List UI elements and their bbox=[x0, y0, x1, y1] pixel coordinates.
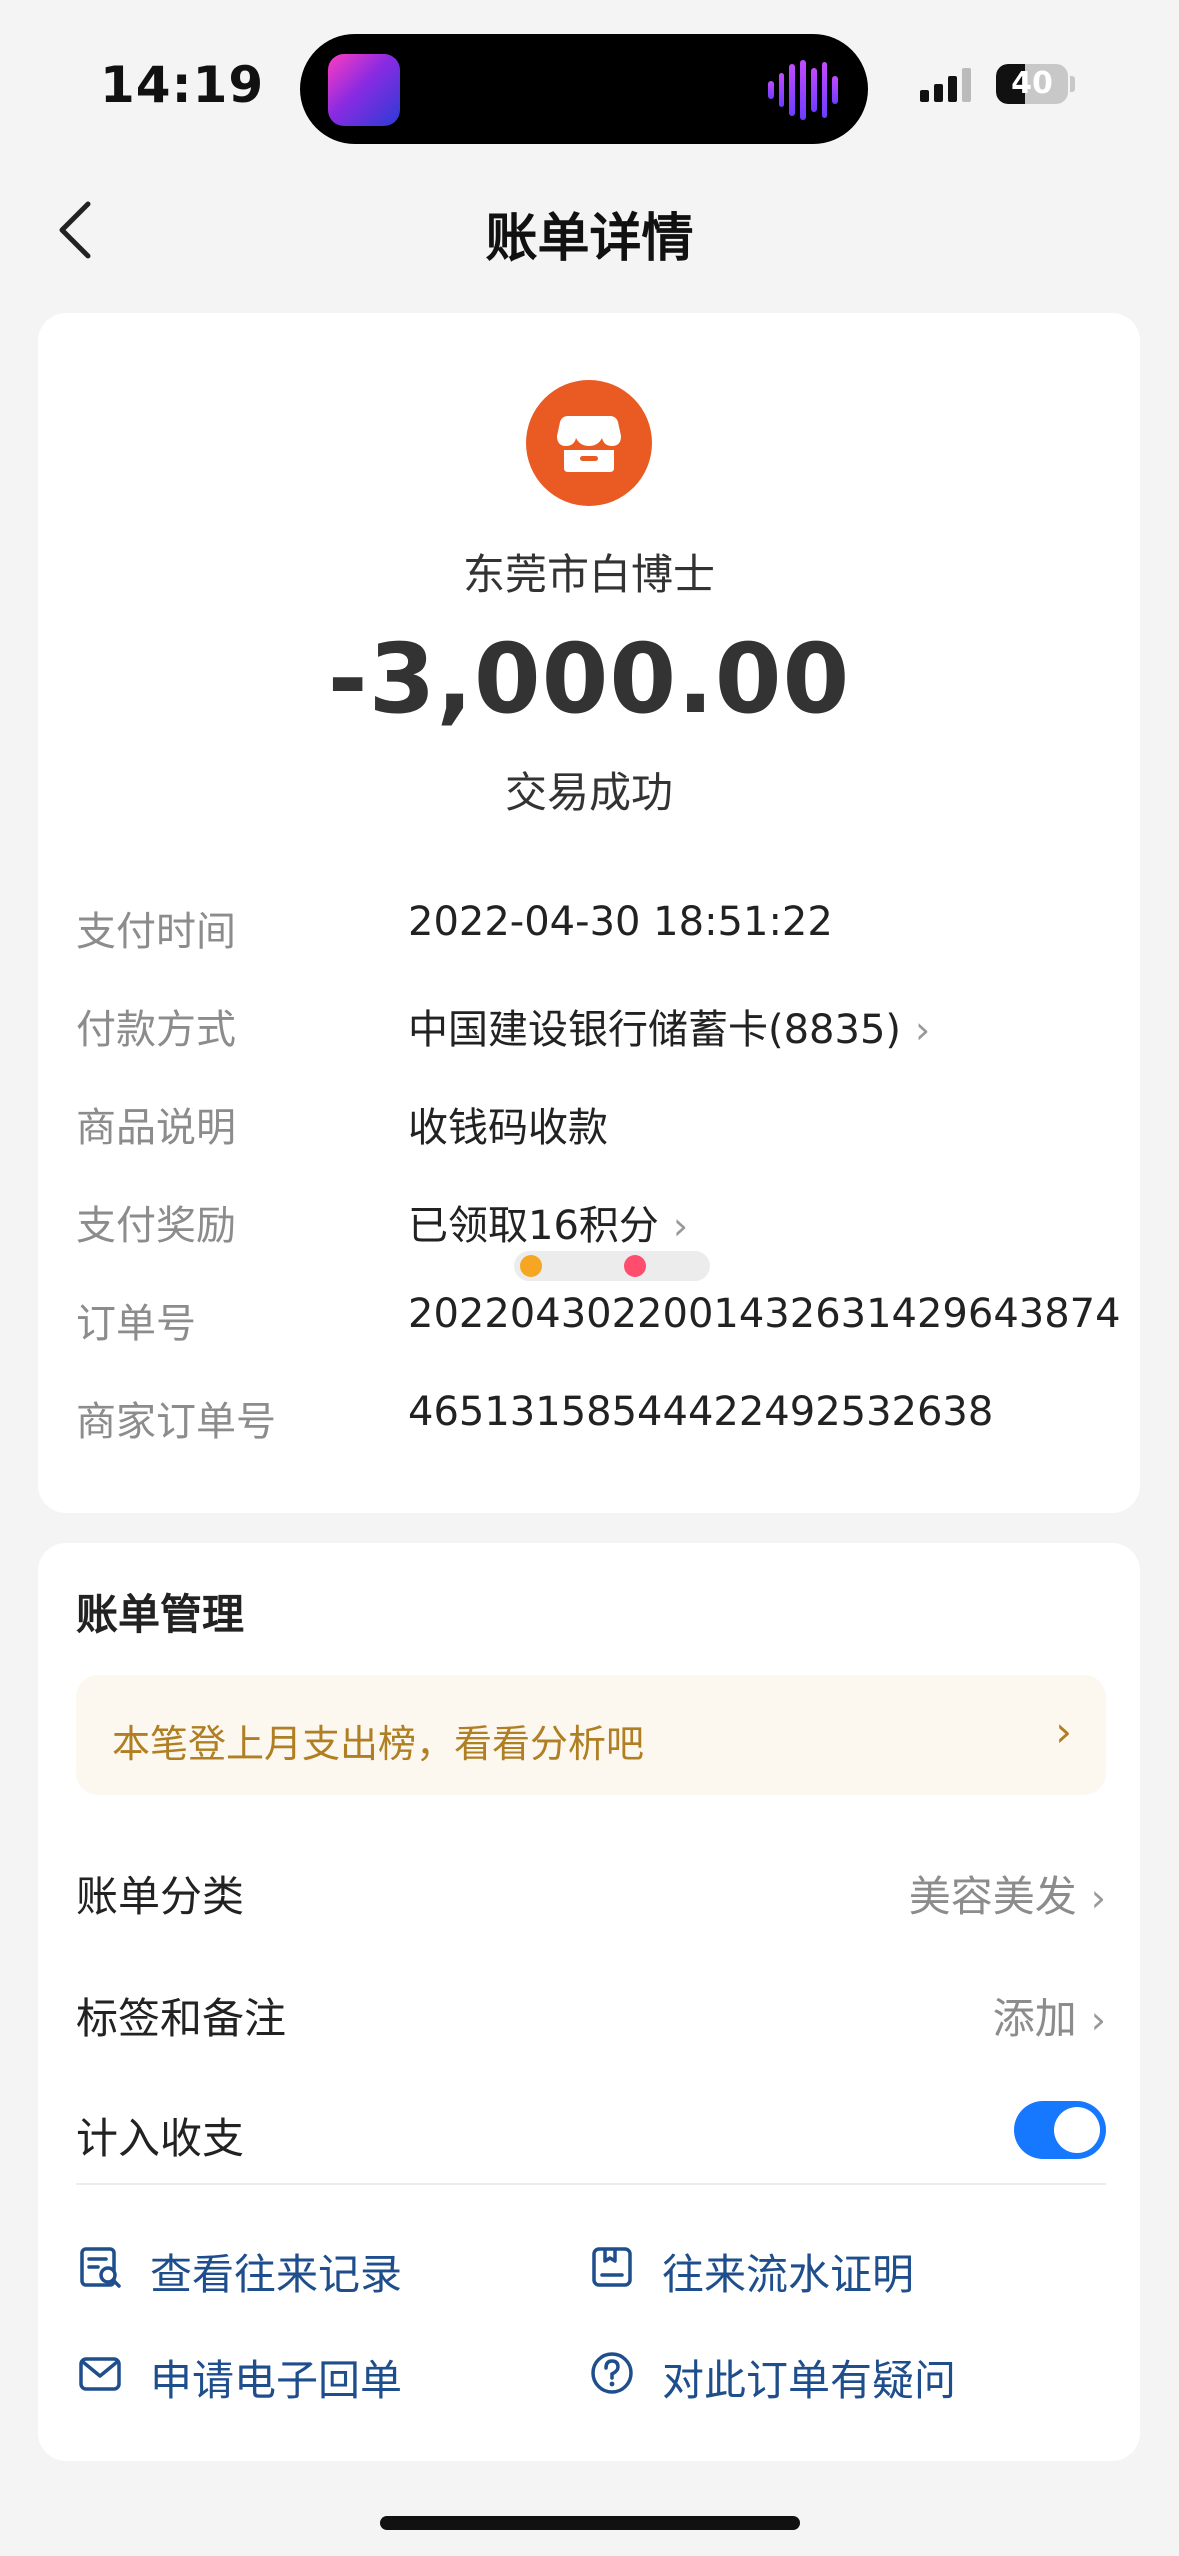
battery-percent: 40 bbox=[1011, 66, 1053, 101]
detail-row-order-no: 订单号 2022043022001432631429643874 bbox=[76, 1279, 1121, 1349]
category-value: 美容美发 bbox=[908, 1872, 1077, 1921]
bill-management-card: 账单管理 本笔登上月支出榜，看看分析吧 › 账单分类 美容美发 › 标签和备注 添… bbox=[38, 1543, 1140, 2461]
detail-label: 付款方式 bbox=[76, 1007, 236, 1053]
bill-category-row[interactable]: 账单分类 美容美发 › bbox=[76, 1843, 1106, 1933]
chevron-right-icon: › bbox=[1090, 1876, 1106, 1920]
detail-row-reward[interactable]: 支付奖励 已领取16积分 › bbox=[76, 1181, 1106, 1251]
reward-value: 已领取16积分 bbox=[408, 1203, 659, 1249]
detail-label: 订单号 bbox=[76, 1301, 196, 1347]
tags-value: 添加 bbox=[992, 1994, 1077, 2043]
payment-method-value: 中国建设银行储蓄卡(8835) bbox=[408, 1007, 902, 1053]
status-time: 14:19 bbox=[100, 56, 265, 114]
toggle-knob bbox=[1054, 2107, 1100, 2153]
divider bbox=[76, 2183, 1106, 2185]
view-transaction-history-link[interactable]: 查看往来记录 bbox=[76, 2227, 496, 2307]
detail-label: 支付时间 bbox=[76, 909, 236, 955]
banner-text: 本笔登上月支出榜，看看分析吧 bbox=[112, 1722, 645, 1766]
chevron-right-icon: › bbox=[672, 1204, 689, 1248]
merchant-name: 东莞市白博士 bbox=[462, 550, 715, 599]
now-playing-artwork bbox=[328, 54, 400, 126]
spending-analysis-banner[interactable]: 本笔登上月支出榜，看看分析吧 › bbox=[76, 1675, 1106, 1795]
detail-value-link[interactable]: 中国建设银行储蓄卡(8835) › bbox=[408, 997, 930, 1055]
store-icon bbox=[557, 416, 621, 472]
detail-value: 收钱码收款 bbox=[408, 1105, 608, 1151]
statement-icon bbox=[592, 2247, 632, 2287]
setting-label: 计入收支 bbox=[76, 2114, 245, 2163]
chevron-right-icon: › bbox=[1055, 1707, 1072, 1756]
mail-icon bbox=[79, 2357, 121, 2391]
detail-value-link[interactable]: 已领取16积分 › bbox=[408, 1193, 688, 1251]
chevron-right-icon: › bbox=[1090, 1998, 1106, 2042]
detail-label: 商家订单号 bbox=[76, 1399, 276, 1445]
battery-icon: 40 bbox=[996, 64, 1068, 104]
transaction-amount: -3,000.00 bbox=[327, 623, 851, 735]
setting-value: 添加 › bbox=[993, 1985, 1106, 2046]
record-search-icon bbox=[80, 2247, 121, 2288]
action-label: 对此订单有疑问 bbox=[662, 2356, 957, 2405]
detail-value: 46513158544422492532638 bbox=[408, 1389, 994, 1435]
cellular-signal-icon bbox=[920, 66, 971, 102]
detail-value: 2022043022001432631429643874 bbox=[408, 1291, 1121, 1337]
home-indicator[interactable] bbox=[380, 2516, 800, 2530]
nav-bar: 账单详情 bbox=[0, 170, 1179, 290]
section-title: 账单管理 bbox=[76, 1590, 245, 1639]
chevron-right-icon: › bbox=[915, 1008, 931, 1052]
action-label: 查看往来记录 bbox=[150, 2250, 403, 2299]
setting-value: 美容美发 › bbox=[909, 1863, 1106, 1924]
detail-label: 支付奖励 bbox=[76, 1203, 236, 1249]
detail-row-pay-time: 支付时间 2022-04-30 18:51:22 bbox=[76, 887, 1106, 957]
include-toggle[interactable] bbox=[1014, 2101, 1106, 2159]
page-title: 账单详情 bbox=[485, 209, 694, 269]
audio-wave-icon bbox=[768, 58, 839, 122]
weibo-icon bbox=[520, 1255, 542, 1277]
dynamic-island[interactable] bbox=[300, 34, 868, 144]
detail-row-product: 商品说明 收钱码收款 bbox=[76, 1083, 1106, 1153]
include-in-budget-row: 计入收支 bbox=[76, 2085, 1106, 2175]
transaction-statement-link[interactable]: 往来流水证明 bbox=[588, 2227, 1008, 2307]
bill-summary-card: 东莞市白博士 -3,000.00 交易成功 支付时间 2022-04-30 18… bbox=[38, 313, 1140, 1513]
action-label: 往来流水证明 bbox=[662, 2250, 915, 2299]
order-question-link[interactable]: 对此订单有疑问 bbox=[588, 2333, 1008, 2413]
detail-row-merchant-order-no: 商家订单号 46513158544422492532638 bbox=[76, 1377, 1106, 1447]
status-bar: 14:19 40 bbox=[0, 0, 1179, 160]
setting-label: 账单分类 bbox=[76, 1872, 245, 1921]
merchant-avatar bbox=[526, 380, 652, 506]
battery-cap bbox=[1070, 76, 1075, 92]
watermark bbox=[514, 1251, 710, 1281]
tags-notes-row[interactable]: 标签和备注 添加 › bbox=[76, 1965, 1106, 2055]
detail-row-payment-method[interactable]: 付款方式 中国建设银行储蓄卡(8835) › bbox=[76, 985, 1106, 1055]
detail-label: 商品说明 bbox=[76, 1105, 236, 1151]
action-label: 申请电子回单 bbox=[150, 2356, 403, 2405]
detail-value: 2022-04-30 18:51:22 bbox=[408, 899, 833, 945]
request-e-receipt-link[interactable]: 申请电子回单 bbox=[76, 2333, 496, 2413]
app-logo-icon bbox=[624, 1255, 646, 1277]
question-icon bbox=[591, 2352, 633, 2394]
transaction-status: 交易成功 bbox=[504, 768, 673, 817]
setting-label: 标签和备注 bbox=[76, 1994, 287, 2043]
